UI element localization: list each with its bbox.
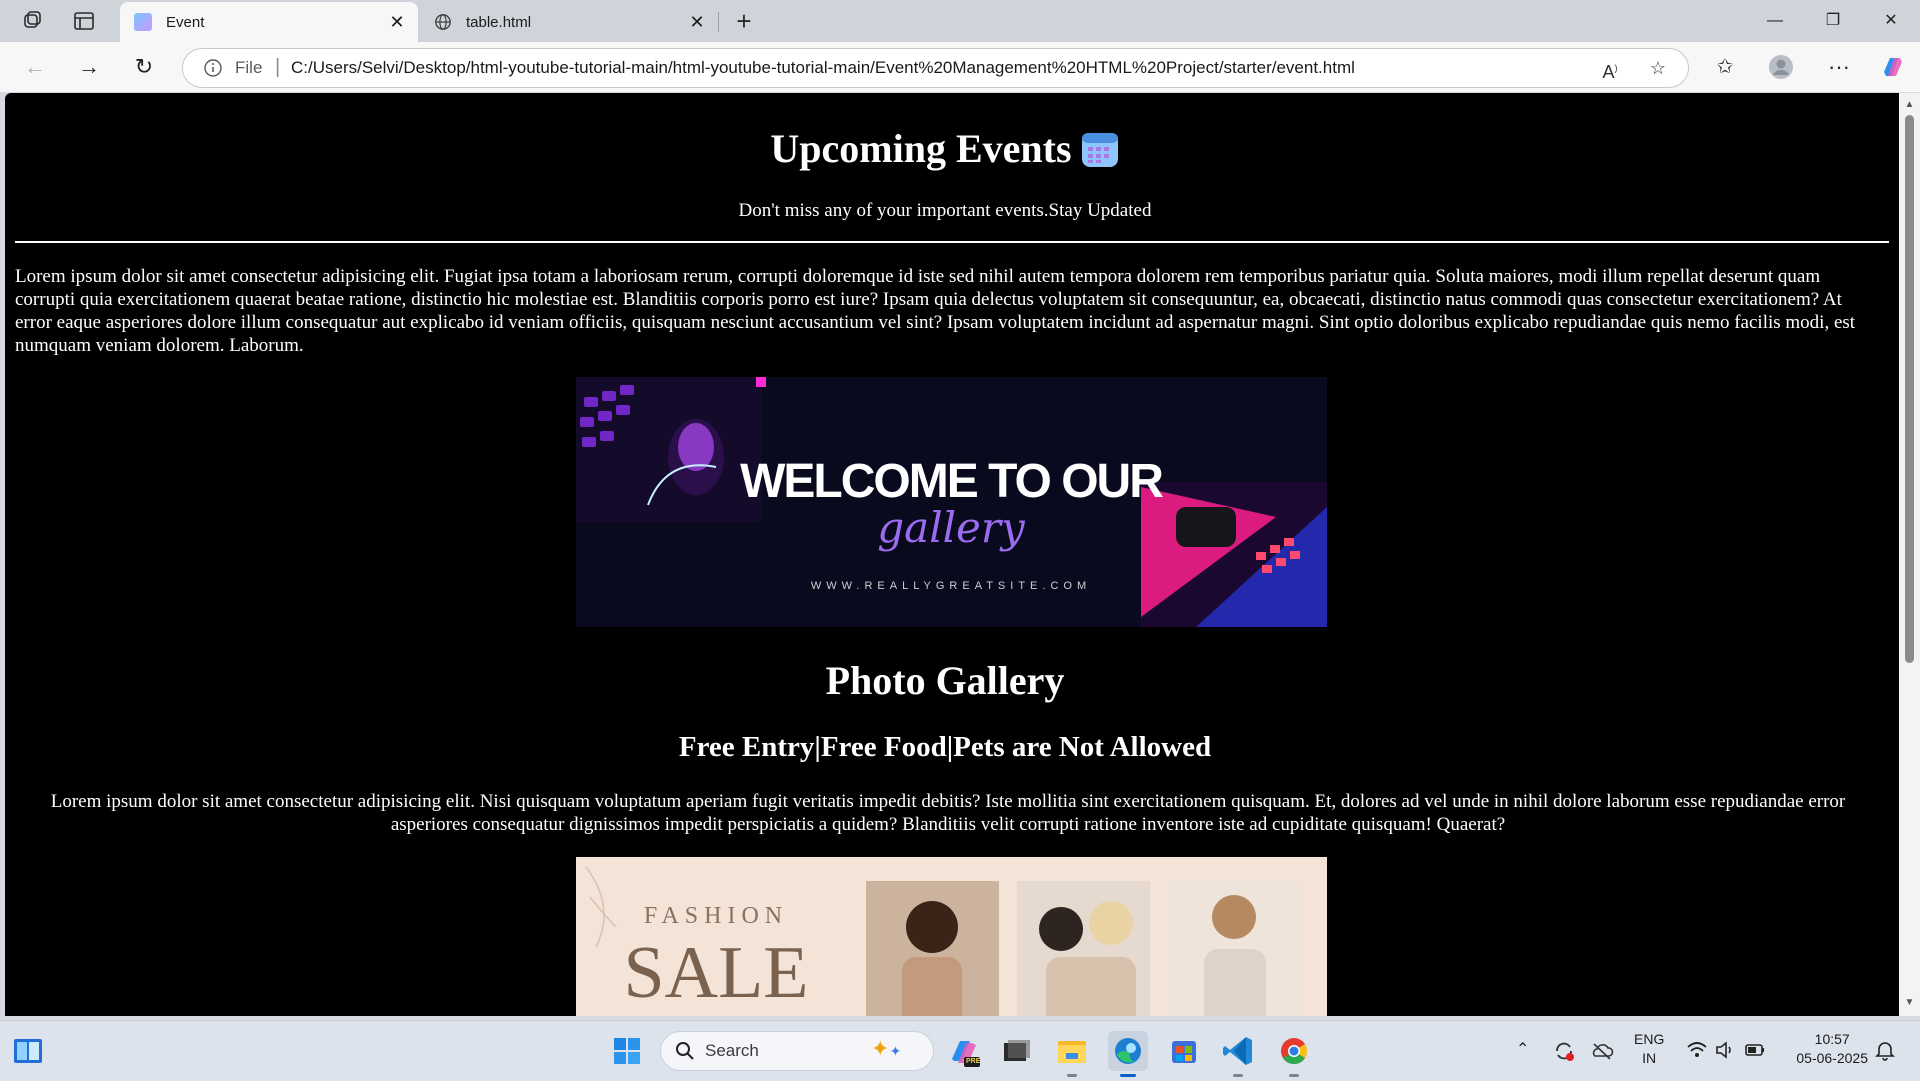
gallery-paragraph: Lorem ipsum dolor sit amet consectetur a… bbox=[50, 791, 1846, 835]
gallery-subtitle: Free Entry|Free Food|Pets are Not Allowe… bbox=[678, 731, 1212, 763]
divider bbox=[15, 241, 1889, 243]
store-icon[interactable] bbox=[1164, 1031, 1204, 1071]
page-viewport[interactable]: Upcoming Events Don't miss any of your i… bbox=[5, 93, 1899, 1016]
windows-taskbar: Search ✦✦ PRE ⌃ ENG IN 10:57 05-06-2025 bbox=[0, 1020, 1920, 1081]
onedrive-offline-icon[interactable] bbox=[1590, 1039, 1614, 1063]
region-code: IN bbox=[1642, 1050, 1657, 1066]
heading-text: Upcoming Events bbox=[770, 126, 1072, 171]
vscode-icon[interactable] bbox=[1218, 1031, 1258, 1077]
page-title: Upcoming Events bbox=[5, 125, 1885, 173]
running-indicator bbox=[1233, 1074, 1243, 1077]
taskbar-search-input[interactable]: Search ✦✦ bbox=[660, 1031, 934, 1071]
tab-table[interactable]: table.html ✕ bbox=[420, 2, 718, 42]
task-view-icon[interactable] bbox=[996, 1031, 1036, 1071]
notification-bell-icon[interactable] bbox=[1874, 1039, 1896, 1063]
tab-title: table.html bbox=[466, 13, 532, 31]
tab-title: Event bbox=[166, 13, 205, 31]
start-windows-icon[interactable] bbox=[607, 1031, 647, 1071]
clock-time: 10:57 bbox=[1814, 1031, 1850, 1047]
system-clock[interactable]: 10:57 05-06-2025 bbox=[1796, 1030, 1868, 1068]
read-aloud-icon[interactable]: A) bbox=[1599, 57, 1621, 82]
close-tab-icon[interactable]: ✕ bbox=[686, 11, 708, 33]
language-code: ENG bbox=[1634, 1031, 1665, 1047]
volume-icon[interactable] bbox=[1714, 1039, 1736, 1063]
copilot-preview-app-icon[interactable]: PRE bbox=[944, 1031, 984, 1071]
banner2-line2: SALE bbox=[624, 932, 809, 1014]
globe-icon bbox=[434, 13, 452, 31]
tab-event[interactable]: Event ✕ bbox=[120, 2, 418, 42]
scroll-thumb[interactable] bbox=[1905, 115, 1914, 663]
browser-tab-strip: Event ✕ table.html ✕ + — ❐ ✕ bbox=[0, 0, 1920, 42]
search-placeholder: Search bbox=[705, 1041, 759, 1060]
banner2-line1: FASHION bbox=[644, 903, 788, 929]
address-separator: | bbox=[275, 56, 281, 78]
calendar-favicon-icon bbox=[134, 13, 152, 31]
copilot-icon[interactable] bbox=[1880, 54, 1906, 80]
clock-date: 05-06-2025 bbox=[1796, 1050, 1868, 1066]
browser-toolbar: ← → ↻ File | C:/Users/Selvi/Desktop/html… bbox=[0, 42, 1920, 92]
minimize-button[interactable]: — bbox=[1752, 6, 1798, 36]
sync-error-icon[interactable] bbox=[1552, 1039, 1576, 1063]
running-indicator bbox=[1067, 1074, 1077, 1077]
banner1-site: WWW.REALLYGREATSITE.COM bbox=[811, 580, 1091, 592]
profile-avatar[interactable] bbox=[1768, 54, 1794, 80]
favorite-star-icon[interactable]: ☆ bbox=[1647, 57, 1669, 79]
more-options-icon[interactable]: ··· bbox=[1826, 54, 1852, 80]
active-indicator bbox=[1120, 1074, 1136, 1077]
tab-divider bbox=[718, 12, 719, 32]
search-icon bbox=[676, 1042, 694, 1060]
scroll-down-arrow-icon[interactable]: ▼ bbox=[1904, 997, 1915, 1008]
running-indicator bbox=[1289, 1074, 1299, 1077]
banner1-headline: WELCOME TO OUR bbox=[740, 455, 1163, 508]
intro-paragraph: Lorem ipsum dolor sit amet consectetur a… bbox=[15, 266, 1856, 356]
banner1-script: gallery bbox=[877, 503, 1026, 552]
edge-browser-icon[interactable] bbox=[1108, 1031, 1148, 1077]
url-text[interactable]: C:/Users/Selvi/Desktop/html-youtube-tuto… bbox=[291, 58, 1355, 78]
calendar-icon bbox=[1080, 129, 1120, 169]
show-hidden-icons-chevron-icon[interactable]: ⌃ bbox=[1516, 1039, 1529, 1063]
chrome-icon[interactable] bbox=[1274, 1031, 1314, 1077]
battery-icon[interactable] bbox=[1744, 1039, 1766, 1063]
workspaces-icon[interactable] bbox=[20, 9, 44, 33]
reload-icon[interactable]: ↻ bbox=[131, 54, 157, 80]
page-subtitle: Don't miss any of your important events.… bbox=[738, 200, 1152, 221]
pre-badge: PRE bbox=[966, 1058, 981, 1065]
close-tab-icon[interactable]: ✕ bbox=[386, 11, 408, 33]
favorites-icon[interactable]: ✩ bbox=[1712, 54, 1738, 80]
fashion-sale-banner-image: FASHION SALE bbox=[576, 857, 1327, 1016]
new-tab-icon[interactable]: + bbox=[732, 8, 756, 34]
widgets-icon[interactable] bbox=[8, 1031, 48, 1071]
language-indicator[interactable]: ENG IN bbox=[1634, 1030, 1664, 1068]
back-icon[interactable]: ← bbox=[22, 54, 48, 80]
scheme-label: File bbox=[235, 58, 263, 77]
wifi-icon[interactable] bbox=[1686, 1039, 1708, 1063]
gallery-title: Photo Gallery bbox=[825, 658, 1065, 703]
sparkle-icon: ✦✦ bbox=[871, 1036, 902, 1061]
address-bar[interactable]: File | C:/Users/Selvi/Desktop/html-youtu… bbox=[182, 48, 1689, 88]
vertical-scrollbar[interactable]: ▲ ▼ bbox=[1899, 93, 1920, 1016]
tab-actions-icon[interactable] bbox=[72, 9, 96, 33]
close-window-button[interactable]: ✕ bbox=[1868, 6, 1914, 36]
restore-button[interactable]: ❐ bbox=[1810, 6, 1856, 36]
forward-icon[interactable]: → bbox=[76, 54, 102, 80]
info-icon[interactable] bbox=[203, 58, 223, 78]
file-explorer-icon[interactable] bbox=[1052, 1031, 1092, 1077]
scroll-up-arrow-icon[interactable]: ▲ bbox=[1904, 99, 1915, 110]
gallery-banner-image: WELCOME TO OUR gallery WWW.REALLYGREATSI… bbox=[576, 377, 1327, 627]
